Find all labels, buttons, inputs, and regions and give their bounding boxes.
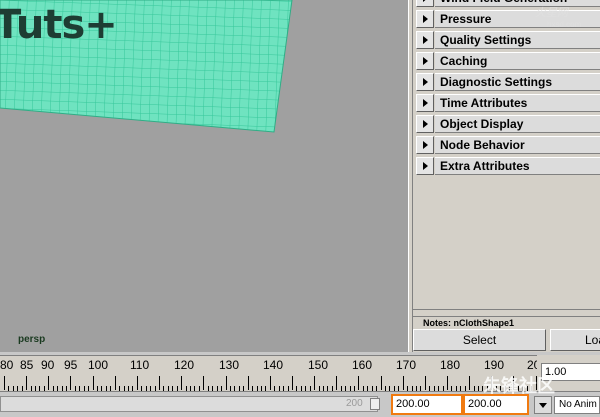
time-tick-label: 160: [352, 358, 373, 372]
expand-arrow-icon[interactable]: [416, 31, 434, 49]
attribute-section-label: Wind Field Generation: [435, 0, 600, 7]
attribute-section-label: Extra Attributes: [435, 157, 600, 175]
expand-arrow-icon[interactable]: [416, 0, 434, 7]
attribute-section[interactable]: Object Display: [413, 114, 600, 135]
time-tick-label: 150: [308, 358, 329, 372]
range-slider[interactable]: [0, 396, 378, 412]
expand-arrow-icon[interactable]: [416, 10, 434, 28]
time-tick: [425, 376, 426, 390]
range-start-label: 200: [346, 398, 363, 409]
attribute-editor-buttons: Select Load: [413, 328, 600, 352]
time-slider[interactable]: 80 85 90 95 100 110 120 130 140 150 160 170 180 190 20: [0, 355, 537, 391]
time-tick-label: 95: [64, 358, 78, 372]
attribute-section-label: Caching: [435, 52, 600, 70]
time-tick: [48, 376, 49, 390]
time-tick: [447, 376, 448, 390]
attribute-section[interactable]: Diagnostic Settings: [413, 72, 600, 93]
attribute-section-label: Object Display: [435, 115, 600, 133]
time-tick-label: 110: [130, 358, 150, 372]
time-tick: [314, 376, 315, 390]
attribute-section[interactable]: Wind Field Generation: [413, 0, 600, 9]
time-tick-label: 20: [527, 358, 537, 372]
time-tick-label: 85: [20, 358, 34, 372]
time-tick: [70, 376, 71, 390]
notes-bar[interactable]: Notes: nClothShape1: [413, 316, 600, 328]
attribute-editor-empty-area: [413, 180, 600, 310]
watermark-url: hxsd.com: [547, 20, 582, 29]
expand-arrow-icon[interactable]: [416, 73, 434, 91]
expand-arrow-icon[interactable]: [416, 136, 434, 154]
time-tick: [292, 376, 293, 390]
attribute-section-label: Quality Settings: [435, 31, 600, 49]
time-tick-label: 120: [174, 358, 195, 372]
time-tick: [226, 376, 227, 390]
time-tick-label: 100: [88, 358, 109, 372]
maya-window: Tuts+ persp Wind Field GenerationPressur…: [0, 0, 600, 417]
time-tick-label: 130: [219, 358, 240, 372]
select-button[interactable]: Select: [413, 329, 546, 351]
time-tick: [248, 376, 249, 390]
time-tick-label: 80: [0, 358, 14, 372]
attribute-section[interactable]: Node Behavior: [413, 135, 600, 156]
time-tick-label: 140: [263, 358, 284, 372]
expand-arrow-icon[interactable]: [416, 157, 434, 175]
attribute-editor: Wind Field GenerationPressureQuality Set…: [413, 0, 600, 352]
time-tick-label: 190: [484, 358, 505, 372]
attribute-section[interactable]: Caching: [413, 51, 600, 72]
attribute-section[interactable]: Extra Attributes: [413, 156, 600, 177]
load-attributes-button[interactable]: Load: [550, 329, 600, 351]
expand-arrow-icon[interactable]: [416, 115, 434, 133]
time-tick: [469, 376, 470, 390]
time-tick: [270, 376, 271, 390]
time-tick: [203, 376, 204, 390]
time-tick: [93, 376, 94, 390]
attribute-section-label: Time Attributes: [435, 94, 600, 112]
time-tick: [381, 376, 382, 390]
time-tick: [26, 376, 27, 390]
cloth-mesh: [0, 0, 293, 133]
persp-viewport[interactable]: Tuts+ persp: [0, 0, 408, 352]
attribute-section[interactable]: Quality Settings: [413, 30, 600, 51]
attribute-section-label: Diagnostic Settings: [435, 73, 600, 91]
attribute-section[interactable]: Time Attributes: [413, 93, 600, 114]
time-tick: [4, 376, 5, 390]
time-tick: [115, 376, 116, 390]
time-tick: [358, 376, 359, 390]
expand-arrow-icon[interactable]: [416, 94, 434, 112]
notes-label: Notes: nClothShape1: [423, 318, 515, 328]
end-time-field[interactable]: 200.00: [391, 394, 463, 415]
time-tick-label: 170: [396, 358, 417, 372]
camera-label: persp: [18, 334, 46, 345]
tuts-logo: Tuts+: [0, 2, 118, 48]
attribute-section-label: Node Behavior: [435, 136, 600, 154]
range-slider-handle[interactable]: [370, 398, 380, 410]
time-tick: [159, 376, 160, 390]
chevron-down-icon[interactable]: [534, 396, 552, 414]
watermark-text: 朱锋社区: [483, 376, 555, 396]
watermark-logo: 火星网: [535, 7, 568, 19]
time-tick-label: 180: [440, 358, 461, 372]
time-tick: [336, 376, 337, 390]
time-tick: [137, 376, 138, 390]
anim-layer-dropdown[interactable]: No Anim Layer: [554, 396, 600, 414]
expand-arrow-icon[interactable]: [416, 52, 434, 70]
time-tick-label: 90: [41, 358, 55, 372]
time-tick: [181, 376, 182, 390]
time-tick: [403, 376, 404, 390]
